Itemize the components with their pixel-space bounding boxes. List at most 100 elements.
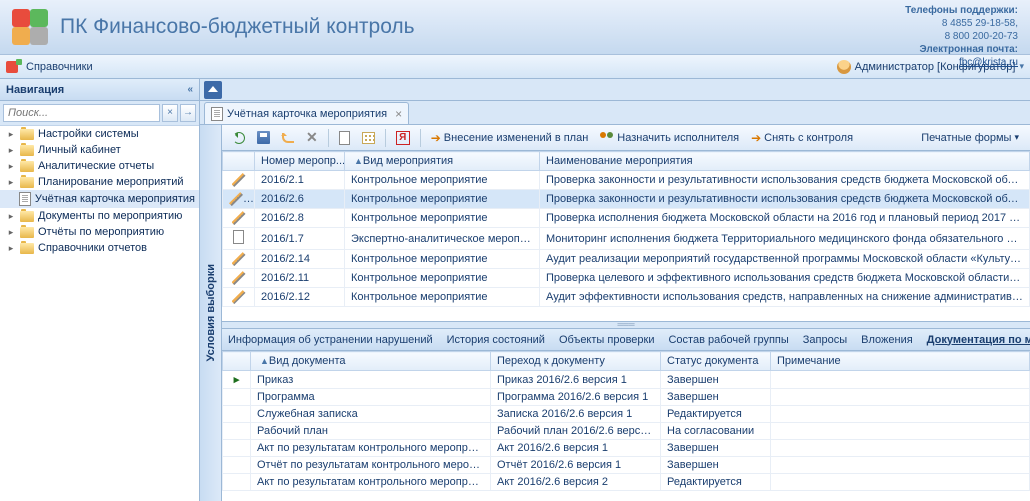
expand-icon[interactable]: ▸ (6, 243, 16, 254)
table-row[interactable]: ▸ 2016/2.6 Контрольное мероприятие Прове… (223, 190, 1030, 209)
support-email-link[interactable]: fbc@krista.ru (959, 57, 1018, 68)
chevron-down-icon: ▾ (1014, 132, 1019, 143)
table-row[interactable]: 2016/1.7 Экспертно-аналитическое меропри… (223, 228, 1030, 250)
nav-search-go-button[interactable]: → (180, 104, 196, 122)
cell-doc-type: Акт по результатам контрольного мероприя… (251, 440, 491, 457)
cell-name: Проверка законности и результативности и… (540, 190, 1030, 209)
user-dropdown-icon[interactable]: ▾ (1019, 61, 1024, 72)
cell-doc-type: Рабочий план (251, 423, 491, 440)
refresh-button[interactable] (228, 128, 250, 148)
save-icon (257, 131, 270, 144)
cell-doc-link[interactable]: Приказ 2016/2.6 версия 1 (491, 371, 661, 389)
nav-item[interactable]: ▸ Справочники отчетов (0, 240, 199, 256)
detail-tab[interactable]: Документация по мероприятию (927, 331, 1030, 349)
cell-doc-link[interactable]: Акт 2016/2.6 версия 2 (491, 474, 661, 491)
table-row[interactable]: Программа Программа 2016/2.6 версия 1 За… (223, 389, 1030, 406)
collapse-nav-button[interactable]: « (187, 84, 193, 95)
table-row[interactable]: Акт по результатам контрольного мероприя… (223, 440, 1030, 457)
detail-tab[interactable]: Объекты проверки (559, 331, 655, 349)
table-row[interactable]: 2016/2.12 Контрольное мероприятие Аудит … (223, 288, 1030, 307)
detail-tab[interactable]: Запросы (803, 331, 847, 349)
filter-side-tab[interactable]: Условия выборки (200, 125, 222, 501)
column-header[interactable]: Номер меропр... (255, 152, 345, 171)
nav-search-input[interactable] (3, 104, 160, 122)
assign-executor-button[interactable]: Назначить исполнителя (595, 128, 744, 148)
nav-item[interactable]: ▸ Личный кабинет (0, 142, 199, 158)
column-header[interactable]: Переход к документу (491, 352, 661, 371)
page-button[interactable] (334, 128, 355, 148)
table-row[interactable]: 2016/2.1 Контрольное мероприятие Проверк… (223, 171, 1030, 190)
expand-icon[interactable]: ▸ (6, 145, 16, 156)
expand-icon[interactable]: ▸ (6, 211, 16, 222)
table-row[interactable]: Отчёт по результатам контрольного меропр… (223, 457, 1030, 474)
table-button[interactable] (357, 128, 380, 148)
main-grid[interactable]: Номер меропр...▲Вид мероприятияНаименова… (222, 151, 1030, 307)
yandex-button[interactable]: Я (391, 128, 415, 148)
table-row[interactable]: ▸ Приказ Приказ 2016/2.6 версия 1 Заверш… (223, 371, 1030, 389)
nav-item[interactable]: ▸ Аналитические отчеты (0, 158, 199, 174)
cell-doc-link[interactable]: Акт 2016/2.6 версия 1 (491, 440, 661, 457)
nav-item[interactable]: Учётная карточка мероприятия (0, 190, 199, 208)
refresh-icon (233, 132, 245, 144)
cell-status: Завершен (661, 457, 771, 474)
detail-tab[interactable]: Информация об устранении нарушений (228, 331, 433, 349)
grid-splitter[interactable]: ═══ (222, 321, 1030, 329)
detail-grid[interactable]: ▲Вид документаПереход к документуСтатус … (222, 351, 1030, 491)
print-forms-button[interactable]: Печатные формы ▾ (916, 128, 1024, 148)
cell-type: Экспертно-аналитическое мероприятие (345, 228, 540, 250)
nav-search-row: × → (0, 101, 199, 126)
home-button[interactable] (204, 81, 222, 99)
support-info: Телефоны поддержки: 8 4855 29-18-58, 8 8… (905, 4, 1018, 69)
expand-icon[interactable]: ▸ (6, 177, 16, 188)
cell-name: Аудит эффективности использования средст… (540, 288, 1030, 307)
undo-button[interactable] (277, 128, 299, 148)
cell-number: 2016/1.7 (255, 228, 345, 250)
edit-icon (232, 173, 246, 187)
save-button[interactable] (252, 128, 275, 148)
column-header[interactable]: Примечание (771, 352, 1030, 371)
cell-doc-link[interactable]: Отчёт 2016/2.6 версия 1 (491, 457, 661, 474)
nav-item[interactable]: ▸ Отчёты по мероприятию (0, 224, 199, 240)
cell-doc-link[interactable]: Записка 2016/2.6 версия 1 (491, 406, 661, 423)
nav-item[interactable]: ▸ Планирование мероприятий (0, 174, 199, 190)
expand-icon[interactable]: ▸ (6, 129, 16, 140)
nav-item-label: Учётная карточка мероприятия (35, 193, 195, 205)
cell-note (771, 474, 1030, 491)
cell-type: Контрольное мероприятие (345, 288, 540, 307)
cell-doc-link[interactable]: Программа 2016/2.6 версия 1 (491, 389, 661, 406)
detail-tab[interactable]: История состояний (447, 331, 545, 349)
column-header[interactable]: Статус документа (661, 352, 771, 371)
tab-close-button[interactable]: × (395, 107, 402, 121)
nav-item[interactable]: ▸ Настройки системы (0, 126, 199, 142)
tab-card[interactable]: Учётная карточка мероприятия × (204, 102, 409, 124)
column-header[interactable] (223, 152, 255, 171)
edit-icon (229, 192, 243, 206)
nav-search-clear-button[interactable]: × (162, 104, 178, 122)
support-email-label: Электронная почта: (905, 43, 1018, 56)
table-row[interactable]: Служебная записка Записка 2016/2.6 верси… (223, 406, 1030, 423)
column-header[interactable]: ▲Вид мероприятия (345, 152, 540, 171)
nav-item[interactable]: ▸ Документы по мероприятию (0, 208, 199, 224)
table-row[interactable]: 2016/2.8 Контрольное мероприятие Проверк… (223, 209, 1030, 228)
remove-control-label: Снять с контроля (764, 132, 853, 144)
delete-button[interactable]: ✕ (301, 128, 323, 148)
table-row[interactable]: 2016/2.11 Контрольное мероприятие Провер… (223, 269, 1030, 288)
column-header[interactable]: ▲Вид документа (251, 352, 491, 371)
column-header[interactable] (223, 352, 251, 371)
cell-type: Контрольное мероприятие (345, 269, 540, 288)
remove-control-button[interactable]: ➔ Снять с контроля (746, 128, 858, 148)
arrow-right-icon: ➔ (751, 131, 761, 145)
table-row[interactable]: Акт по результатам контрольного мероприя… (223, 474, 1030, 491)
detail-tab[interactable]: Вложения (861, 331, 913, 349)
table-row[interactable]: Рабочий план Рабочий план 2016/2.6 верси… (223, 423, 1030, 440)
column-header[interactable]: Наименование мероприятия (540, 152, 1030, 171)
grids-container: ✕ Я ➔ Внесение изменений в план Назначит… (222, 125, 1030, 501)
plan-changes-button[interactable]: ➔ Внесение изменений в план (426, 128, 594, 148)
table-row[interactable]: 2016/2.14 Контрольное мероприятие Аудит … (223, 250, 1030, 269)
detail-tab[interactable]: Состав рабочей группы (668, 331, 788, 349)
cell-status: Редактируется (661, 474, 771, 491)
expand-icon[interactable]: ▸ (6, 227, 16, 238)
cell-doc-link[interactable]: Рабочий план 2016/2.6 версия 1 (491, 423, 661, 440)
menu-dictionaries[interactable]: Справочники (26, 61, 93, 73)
expand-icon[interactable]: ▸ (6, 161, 16, 172)
